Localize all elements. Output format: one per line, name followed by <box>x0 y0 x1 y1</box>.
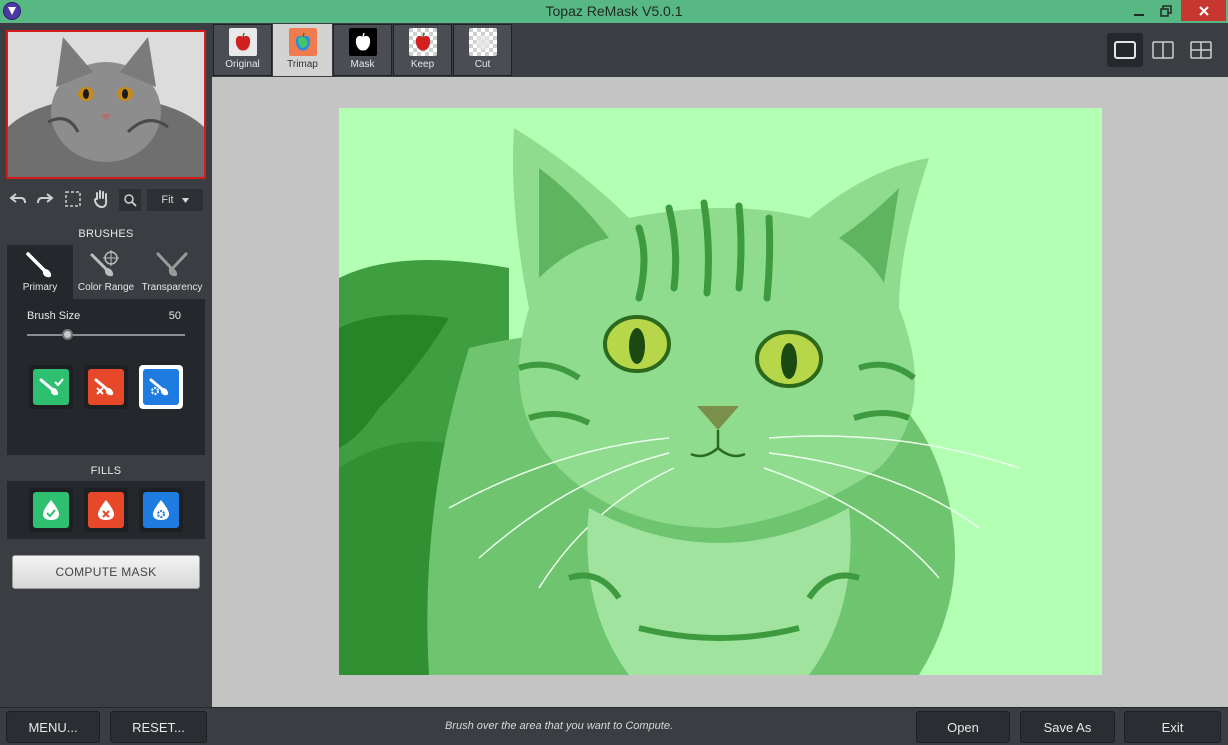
tab-primary-brush[interactable]: Primary <box>7 245 73 299</box>
tab-color-range-label: Color Range <box>77 282 135 293</box>
transparency-brush-icon <box>155 249 189 281</box>
reset-button[interactable]: RESET... <box>110 711 207 743</box>
tab-trimap[interactable]: Trimap <box>273 24 332 76</box>
window-title: Topaz ReMask V5.0.1 <box>545 3 683 19</box>
fills-heading: FILLS <box>90 465 122 477</box>
chevron-down-icon <box>181 197 189 203</box>
tab-transparency-label: Transparency <box>141 282 203 293</box>
image-canvas[interactable] <box>212 77 1228 707</box>
brush-settings-panel: Brush Size 50 <box>7 299 205 455</box>
compute-fill-icon <box>143 492 179 528</box>
single-view-button[interactable] <box>1107 33 1143 67</box>
brush-size-label: Brush Size <box>27 310 81 322</box>
four-pane-icon <box>1190 41 1212 59</box>
tab-keep-label: Keep <box>410 59 435 70</box>
undo-icon[interactable] <box>7 188 29 210</box>
apple-original-icon <box>228 28 257 56</box>
cut-fill-button[interactable] <box>84 488 128 532</box>
trimap-preview-image[interactable] <box>339 108 1102 675</box>
view-toolbar: Fit <box>0 188 212 212</box>
view-tab-strip: Original Trimap Mask Keep Cut <box>212 23 1228 77</box>
status-hint: Brush over the area that you want to Com… <box>444 720 674 732</box>
compute-brush-button[interactable] <box>139 365 183 409</box>
brush-size-slider-handle[interactable] <box>61 329 73 340</box>
single-pane-icon <box>1114 41 1136 59</box>
exit-button[interactable]: Exit <box>1124 711 1221 743</box>
tab-cut-label: Cut <box>474 59 491 70</box>
zoom-select[interactable]: Fit <box>147 189 203 211</box>
tab-primary-label: Primary <box>22 282 58 293</box>
tab-cut[interactable]: Cut <box>453 24 512 76</box>
color-range-brush-icon <box>89 249 123 281</box>
restore-button[interactable] <box>1151 0 1181 21</box>
fills-panel <box>7 481 205 539</box>
zoom-button[interactable] <box>119 189 141 211</box>
tab-mask[interactable]: Mask <box>333 24 392 76</box>
title-bar: Topaz ReMask V5.0.1 <box>0 0 1228 23</box>
split-view-button[interactable] <box>1145 33 1181 67</box>
tab-transparency-brush[interactable]: Transparency <box>139 245 205 299</box>
close-button[interactable] <box>1181 0 1226 21</box>
bottom-bar: MENU... RESET... Brush over the area tha… <box>0 707 1228 745</box>
keep-brush-button[interactable] <box>29 365 73 409</box>
compute-fill-button[interactable] <box>139 488 183 532</box>
redo-icon[interactable] <box>34 188 56 210</box>
apple-mask-icon <box>348 28 377 56</box>
hand-pan-icon[interactable] <box>90 188 112 210</box>
keep-fill-button[interactable] <box>29 488 73 532</box>
tab-keep[interactable]: Keep <box>393 24 452 76</box>
apple-trimap-icon <box>288 28 317 56</box>
brush-size-slider[interactable] <box>27 334 185 336</box>
navigator-thumbnail[interactable] <box>6 30 206 179</box>
two-pane-icon <box>1152 41 1174 59</box>
tab-mask-label: Mask <box>350 59 375 70</box>
menu-button[interactable]: MENU... <box>6 711 100 743</box>
compute-brush-icon <box>143 369 179 405</box>
compute-mask-button[interactable]: COMPUTE MASK <box>12 555 200 589</box>
apple-keep-icon <box>408 28 437 56</box>
open-button[interactable]: Open <box>916 711 1010 743</box>
checker-cut-icon <box>468 28 497 56</box>
tab-original-label: Original <box>225 59 260 70</box>
save-as-button[interactable]: Save As <box>1020 711 1115 743</box>
marquee-select-icon[interactable] <box>62 188 84 210</box>
tab-original[interactable]: Original <box>213 24 272 76</box>
cut-brush-button[interactable] <box>84 365 128 409</box>
app-window: Topaz ReMask V5.0.1 Fit BRUSHES Primary … <box>0 0 1228 745</box>
magnifier-icon <box>123 193 137 207</box>
quad-view-button[interactable] <box>1183 33 1219 67</box>
brushes-heading: BRUSHES <box>78 228 134 240</box>
keep-brush-icon <box>33 369 69 405</box>
left-panel: Fit BRUSHES Primary Color Range Transpar… <box>0 23 212 707</box>
zoom-select-value: Fit <box>161 194 174 206</box>
keep-fill-icon <box>33 492 69 528</box>
tab-color-range-brush[interactable]: Color Range <box>73 245 139 299</box>
brush-size-value: 50 <box>168 310 181 322</box>
minimize-button[interactable] <box>1124 0 1154 21</box>
tab-trimap-label: Trimap <box>287 59 318 70</box>
cut-fill-icon <box>88 492 124 528</box>
brush-tabs: Primary Color Range Transparency <box>7 245 205 299</box>
primary-brush-icon <box>25 249 55 281</box>
cut-brush-icon <box>88 369 124 405</box>
